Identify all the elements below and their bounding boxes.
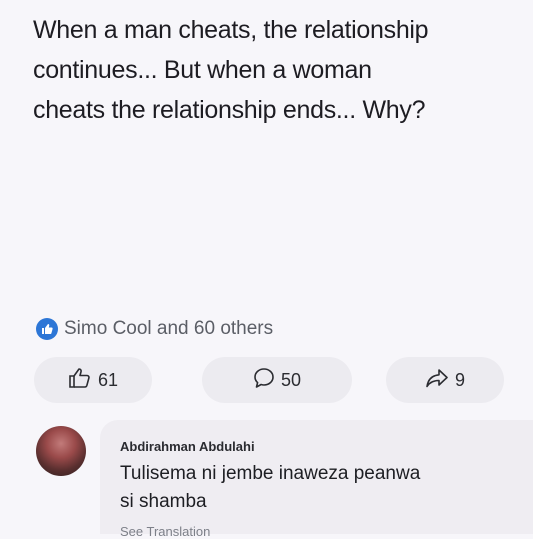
comment: Abdirahman Abdulahi Tulisema ni jembe in…: [36, 420, 533, 539]
comment-button[interactable]: 50: [202, 357, 352, 403]
reactions-summary-text: Simo Cool and 60 others: [64, 318, 274, 339]
comment-text-line: si shamba: [120, 491, 207, 512]
post-text-line: cheats the relationship ends... Why?: [33, 96, 426, 124]
like-button[interactable]: 61: [34, 357, 152, 403]
avatar[interactable]: [36, 426, 86, 476]
post-text-line: continues... But when a woman: [33, 56, 372, 84]
comment-count: 50: [280, 369, 302, 390]
like-icon: [36, 318, 58, 340]
see-translation-link[interactable]: See Translation: [120, 524, 210, 539]
post-text: When a man cheats, the relationship cont…: [33, 10, 523, 130]
comment-bubble: Abdirahman Abdulahi Tulisema ni jembe in…: [100, 420, 533, 539]
comment-text-line: Tulisema ni jembe inaweza peanwa: [120, 463, 421, 484]
share-icon: [425, 368, 449, 393]
share-button[interactable]: 9: [386, 357, 504, 403]
like-count: 61: [97, 369, 119, 390]
share-count: 9: [454, 369, 465, 390]
post-text-line: When a man cheats, the relationship: [33, 16, 429, 44]
action-bar: 61 50 9: [34, 357, 504, 403]
comment-author[interactable]: Abdirahman Abdulahi: [120, 439, 255, 454]
comment-text: Tulisema ni jembe inaweza peanwa si sham…: [120, 460, 520, 516]
thumbs-up-icon: [68, 367, 92, 394]
comment-icon: [253, 367, 275, 394]
reactions-summary[interactable]: Simo Cool and 60 others: [36, 318, 273, 340]
